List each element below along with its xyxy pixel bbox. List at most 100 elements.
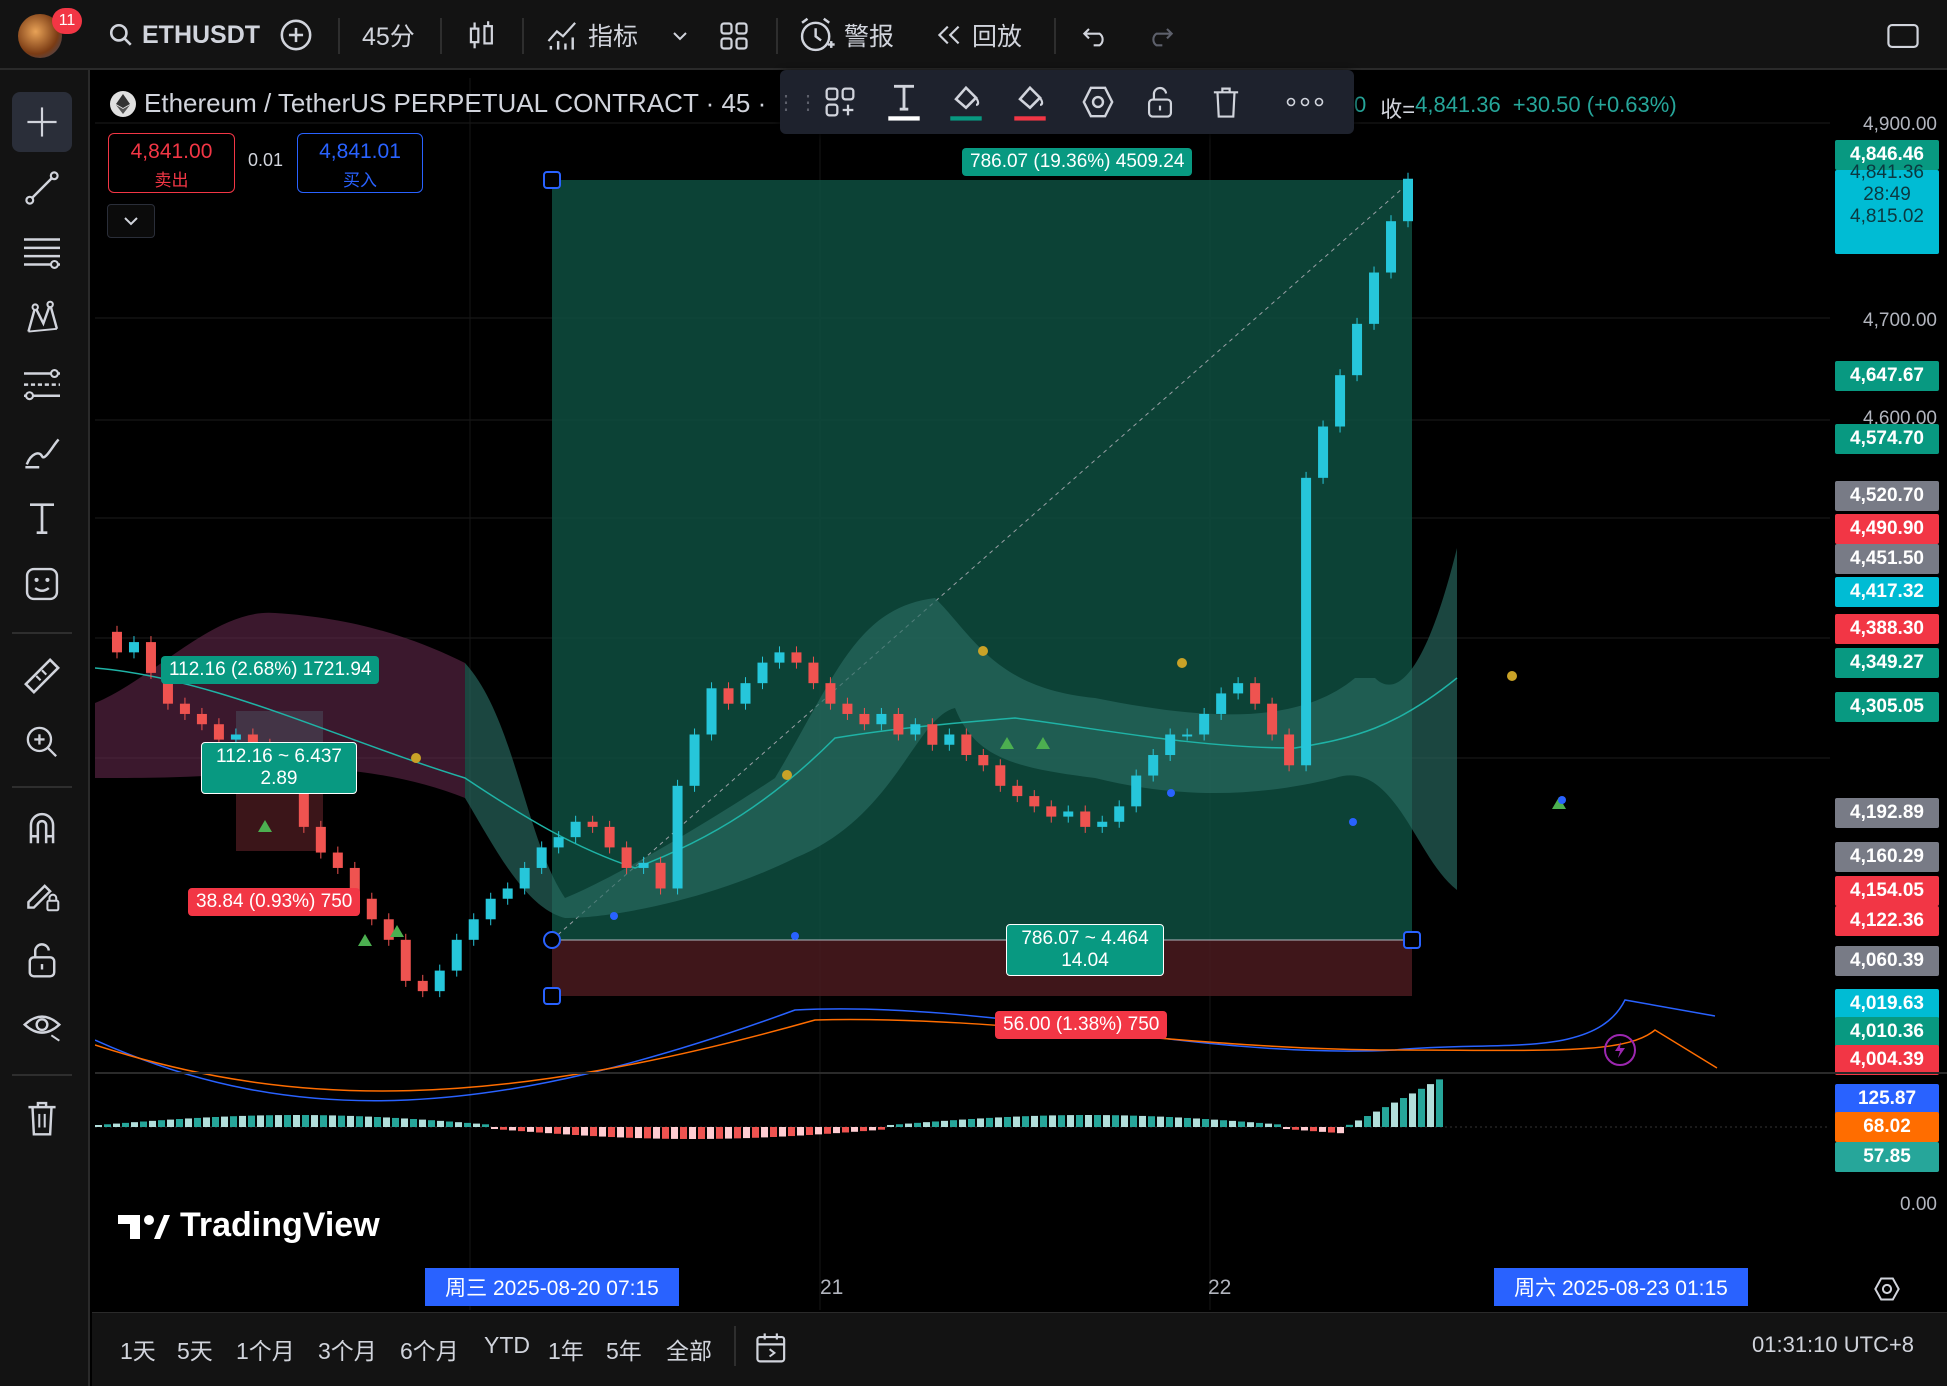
macd-histogram-bar <box>1301 1127 1308 1131</box>
replay-button[interactable]: 回放 <box>934 0 1022 70</box>
range-5d[interactable]: 5天 <box>177 1332 213 1366</box>
settings-gear-icon[interactable] <box>1870 1272 1904 1306</box>
magnet-tool[interactable] <box>12 798 72 858</box>
macd-histogram-bar <box>1292 1127 1299 1130</box>
price-label: 4,815.02 <box>1850 206 1924 227</box>
alert-button[interactable]: 警报 <box>798 0 894 70</box>
range-all[interactable]: 全部 <box>666 1332 712 1366</box>
macd-histogram-bar <box>518 1127 525 1132</box>
candle-body <box>570 821 581 838</box>
macd-histogram-bar <box>149 1120 156 1127</box>
lock-drawing-tool[interactable] <box>12 864 72 924</box>
macd-histogram-bar <box>356 1116 363 1127</box>
sell-signal-dot <box>978 646 988 656</box>
range-6m[interactable]: 6个月 <box>400 1332 459 1366</box>
macd-histogram-bar <box>1112 1115 1119 1127</box>
macd-histogram-bar <box>392 1117 399 1127</box>
price-label: 4,417.32 <box>1835 577 1939 607</box>
macd-histogram-bar <box>383 1117 390 1127</box>
pattern-tool[interactable] <box>12 288 72 348</box>
go-to-date-icon[interactable] <box>752 1328 792 1368</box>
chevron-down-icon[interactable] <box>668 24 692 48</box>
macd-label: 57.85 <box>1835 1142 1939 1172</box>
crosshair-tool[interactable] <box>12 92 72 152</box>
lock-tool[interactable] <box>12 930 72 990</box>
line-color-icon[interactable] <box>942 78 990 126</box>
price-label: 4,010.36 <box>1835 1017 1939 1047</box>
fullscreen-icon[interactable] <box>1884 18 1922 54</box>
candle-type-icon[interactable] <box>464 18 500 54</box>
indicators-icon <box>547 22 576 50</box>
zoom-in-tool[interactable] <box>12 712 72 772</box>
price-scale[interactable]: 4,900.00 4,700.00 4,600.00 4,846.46 4,841… <box>1830 78 1947 1310</box>
fib-tool[interactable] <box>12 356 72 416</box>
macd-histogram-bar <box>968 1118 975 1127</box>
undo-icon[interactable] <box>1078 18 1114 54</box>
redo-icon[interactable] <box>1142 18 1178 54</box>
lightning-icon[interactable] <box>1604 1034 1636 1066</box>
range-1m[interactable]: 1个月 <box>236 1332 295 1366</box>
range-1y[interactable]: 1年 <box>548 1332 584 1366</box>
indicators-button[interactable]: 指标 <box>546 0 638 70</box>
ruler-icon <box>24 658 60 694</box>
layout-grid-icon[interactable] <box>716 18 752 54</box>
candle-body <box>196 713 207 725</box>
trend-line-tool[interactable] <box>12 158 72 218</box>
settings-hexagon-icon[interactable] <box>1074 80 1122 124</box>
unlock-icon[interactable] <box>1138 80 1182 124</box>
crosshair-icon <box>27 107 57 137</box>
range-3m[interactable]: 3个月 <box>318 1332 377 1366</box>
range-1d[interactable]: 1天 <box>120 1332 156 1366</box>
macd-histogram-bar <box>752 1127 759 1138</box>
visibility-tool[interactable] <box>12 996 72 1056</box>
macd-histogram-bar <box>1202 1119 1209 1127</box>
macd-histogram-bar <box>95 1125 102 1127</box>
macd-histogram-bar <box>1346 1124 1353 1127</box>
sell-button[interactable]: 4,841.00 卖出 <box>108 133 235 193</box>
candle-body <box>315 826 326 853</box>
drag-handle-icon[interactable]: ⋮⋮ <box>776 82 818 122</box>
more-options-icon[interactable] <box>1280 80 1330 124</box>
buy-button[interactable]: 4,841.01 买入 <box>297 133 423 193</box>
clock-timezone[interactable]: 01:31:10 UTC+8 <box>1752 1332 1914 1358</box>
macd-histogram-bar <box>230 1116 237 1127</box>
symbol-search[interactable]: ETHUSDT <box>108 0 260 70</box>
price-chart[interactable] <box>95 78 1830 1310</box>
macd-histogram-bar <box>1076 1115 1083 1127</box>
range-5y[interactable]: 5年 <box>606 1332 642 1366</box>
horizontal-lines-tool[interactable] <box>12 222 72 282</box>
macd-histogram-bar <box>509 1127 516 1131</box>
trash-icon[interactable] <box>1204 80 1248 124</box>
fill-color-icon[interactable] <box>1006 78 1054 126</box>
macd-histogram-bar <box>932 1121 939 1127</box>
collapse-chevron-button[interactable] <box>107 204 155 238</box>
legend-ohlc: 0 收= 4,841.36 +30.50 (+0.63%) <box>1354 92 1677 124</box>
object-tree-icon[interactable] <box>816 80 864 124</box>
brush-tool[interactable] <box>12 422 72 482</box>
text-color-icon[interactable] <box>880 78 928 126</box>
macd-signal-line <box>95 1018 1718 1092</box>
macd-histogram-bar <box>1364 1116 1371 1127</box>
candle-body <box>672 785 683 889</box>
macd-histogram-bar <box>248 1115 255 1127</box>
emoji-tool[interactable] <box>12 554 72 614</box>
small-center-label: 112.16 ~ 6.437 2.89 <box>201 742 357 794</box>
candle-body <box>859 713 870 725</box>
macd-histogram-bar <box>797 1127 804 1136</box>
range-ytd[interactable]: YTD <box>484 1332 530 1359</box>
macd-histogram-bar <box>554 1127 561 1134</box>
text-tool[interactable] <box>12 488 72 548</box>
chart-pane[interactable] <box>95 78 1830 1310</box>
price-label: 4,520.70 <box>1835 481 1939 511</box>
pane-separator[interactable] <box>95 1072 1947 1074</box>
interval-button[interactable]: 45分 <box>362 0 415 70</box>
add-symbol-icon[interactable] <box>278 17 314 53</box>
macd-histogram-bar <box>203 1117 210 1127</box>
ruler-tool[interactable] <box>12 646 72 706</box>
macd-histogram-bar <box>491 1127 498 1130</box>
sell-signal-dot <box>1507 671 1517 681</box>
remove-drawings-tool[interactable] <box>12 1088 72 1148</box>
macd-histogram-bar <box>1121 1115 1128 1127</box>
macd-histogram-bar <box>1409 1093 1416 1127</box>
macd-histogram-bar <box>1157 1116 1164 1127</box>
